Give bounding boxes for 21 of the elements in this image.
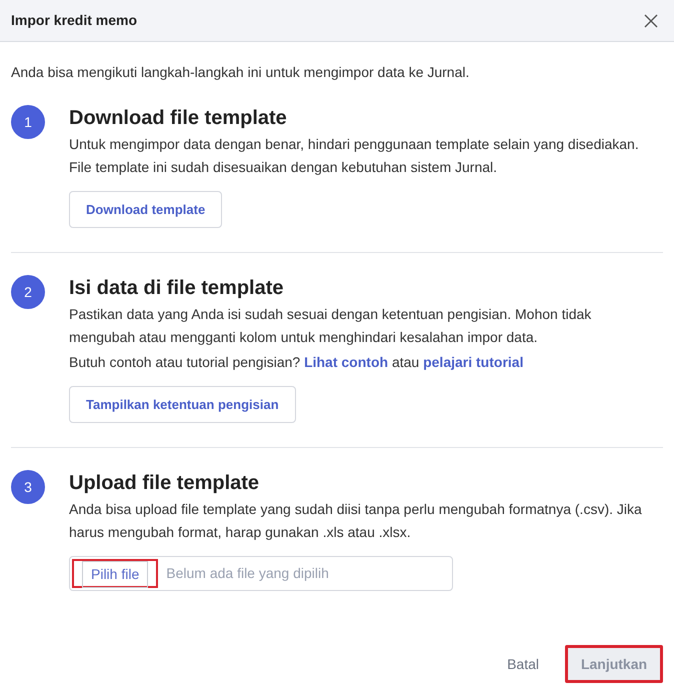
- file-field[interactable]: Pilih file Belum ada file yang dipilih: [69, 556, 453, 591]
- action-button[interactable]: Download template: [69, 191, 222, 228]
- step-number: 2: [11, 275, 45, 309]
- action-button[interactable]: Tampilkan ketentuan pengisian: [69, 386, 296, 423]
- step-description: Butuh contoh atau tutorial pengisian? Lihat contoh atau pelajari tutorial: [69, 353, 524, 372]
- step-description: Pastikan data yang Anda isi sudah sesuai dengan ketentuan pengisian. Mohon tidak mengubah atau mengganti kolom untuk menghindari kesalahan impor data.: [69, 305, 592, 347]
- link[interactable]: pelajari tutorial: [423, 354, 524, 370]
- step-description: Anda bisa upload file template yang sudah diisi tanpa perlu mengubah formatnya (.csv). Jika harus mengubah format, harap gunakan .xls atau .xlsx.: [69, 500, 643, 542]
- close-icon[interactable]: [644, 14, 658, 28]
- step-number: 3: [11, 470, 45, 504]
- step-title: Download file template: [69, 106, 287, 131]
- dialog-title: Impor kredit memo: [11, 11, 138, 30]
- step-title: Isi data di file template: [69, 276, 284, 301]
- step-description: Untuk mengimpor data dengan benar, hindari penggunaan template selain yang disediakan. File template ini sudah disesuaikan dengan kebutuhan sistem Jurnal.: [69, 135, 640, 177]
- choose-file-button[interactable]: Pilih file: [72, 559, 158, 588]
- file-placeholder: Belum ada file yang dipilih: [166, 564, 329, 583]
- step-number: 1: [11, 105, 45, 139]
- step-title: Upload file template: [69, 471, 260, 496]
- intro-text: Anda bisa mengikuti langkah-langkah ini untuk mengimpor data ke Jurnal.: [10, 63, 470, 82]
- cancel-button[interactable]: Batal: [507, 654, 539, 674]
- link[interactable]: Lihat contoh: [304, 354, 388, 370]
